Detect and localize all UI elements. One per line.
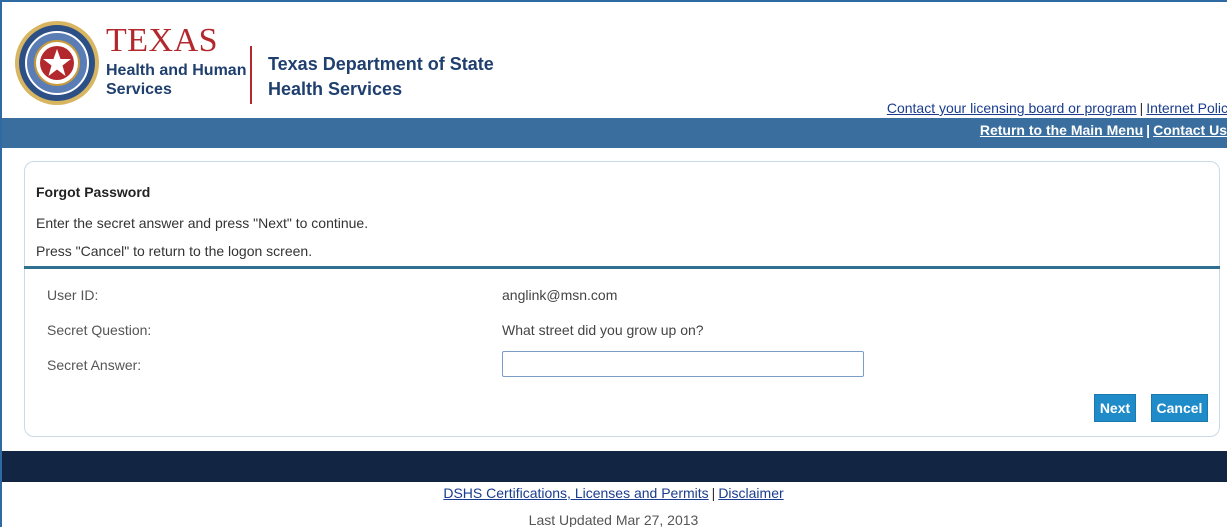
licensing-board-link[interactable]: Contact your licensing board or program — [887, 100, 1137, 116]
link-separator: | — [711, 485, 716, 501]
logo-hhs-line2: Services — [106, 81, 172, 98]
instruction-cancel: Press "Cancel" to return to the logon sc… — [36, 243, 313, 259]
logo-texas: TEXAS — [106, 22, 219, 59]
panel-divider — [24, 266, 1220, 269]
footer-links: DSHS Certifications, Licenses and Permit… — [0, 485, 1227, 501]
instruction-next: Enter the secret answer and press "Next"… — [36, 215, 369, 231]
nav-links: Return to the Main Menu | Contact Us — [980, 122, 1227, 138]
logo-dshs: Texas Department of State Health Service… — [268, 52, 494, 102]
logo-dshs-line1: Texas Department of State — [268, 54, 494, 74]
secret-question-value: What street did you grow up on? — [502, 322, 704, 338]
main-menu-link[interactable]: Return to the Main Menu — [980, 122, 1143, 138]
disclaimer-link[interactable]: Disclaimer — [718, 485, 783, 501]
panel-title: Forgot Password — [36, 184, 151, 200]
certifications-link[interactable]: DSHS Certifications, Licenses and Permit… — [443, 485, 708, 501]
nav-bar: Return to the Main Menu | Contact Us — [2, 118, 1227, 148]
forgot-password-panel: Forgot Password Enter the secret answer … — [24, 161, 1220, 437]
site-header: TEXAS Health and Human Services Texas De… — [2, 2, 1227, 118]
next-button[interactable]: Next — [1094, 394, 1136, 422]
texas-state-seal-icon — [15, 21, 99, 105]
secret-answer-input[interactable] — [502, 351, 864, 377]
logo-divider — [250, 46, 252, 104]
link-separator: | — [1146, 122, 1151, 138]
contact-us-link[interactable]: Contact Us — [1153, 122, 1227, 138]
top-links: Contact your licensing board or program |… — [887, 100, 1227, 116]
secret-answer-label: Secret Answer: — [47, 357, 142, 373]
footer-bar — [2, 451, 1227, 482]
link-separator: | — [1139, 100, 1144, 116]
internet-policy-link[interactable]: Internet Policy — [1146, 100, 1227, 116]
user-id-value: anglink@msn.com — [502, 287, 618, 303]
user-id-label: User ID: — [47, 287, 99, 303]
logo-hhs-line1: Health and Human — [106, 62, 247, 79]
last-updated: Last Updated Mar 27, 2013 — [528, 512, 699, 527]
secret-question-label: Secret Question: — [47, 322, 152, 338]
cancel-button[interactable]: Cancel — [1151, 394, 1208, 422]
logo-hhs: Health and Human Services — [106, 61, 246, 99]
logo-dshs-line2: Health Services — [268, 79, 403, 99]
